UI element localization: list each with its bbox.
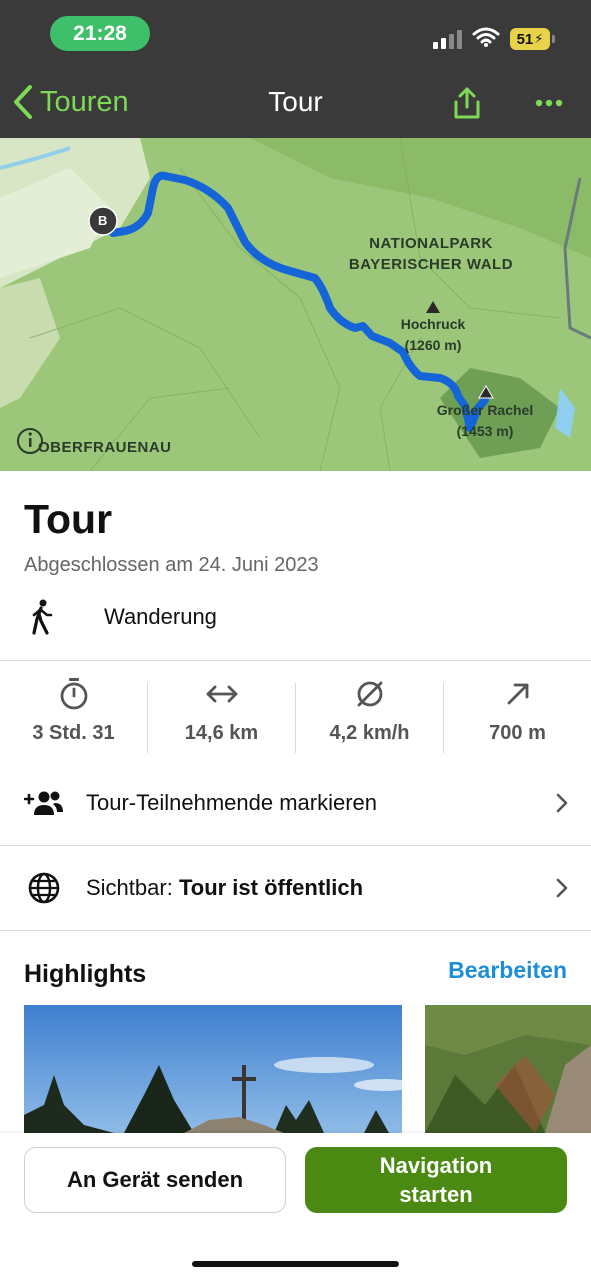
highlight-photo[interactable] (425, 1005, 591, 1133)
peak-elevation-rachel: (1453 m) (456, 423, 514, 439)
wifi-icon (472, 27, 500, 47)
visibility-prefix: Sichtbar: (86, 875, 173, 900)
visibility-text: Sichtbar: Tour ist öffentlich (86, 875, 363, 901)
stat-distance: 14,6 km (148, 676, 295, 745)
battery-indicator: 51 ⚡ (510, 28, 555, 50)
stat-speed: 4,2 km/h (296, 676, 443, 745)
chevron-right-icon (556, 878, 568, 898)
tour-title: Tour (24, 496, 113, 542)
trail-photo-image (425, 1005, 591, 1133)
add-people-icon (24, 791, 63, 815)
more-options-icon[interactable] (535, 96, 563, 110)
battery-level: 51 (516, 30, 534, 48)
edit-highlights-link[interactable]: Bearbeiten (448, 957, 567, 984)
elevation-up-icon (507, 683, 528, 705)
activity-type: Wanderung (104, 604, 217, 629)
send-to-device-button[interactable]: An Gerät senden (24, 1147, 286, 1213)
stat-elevation-value: 700 m (489, 722, 546, 744)
divider (0, 930, 591, 931)
charging-bolt-icon: ⚡ (534, 31, 544, 46)
peak-name-rachel: Großer Rachel (436, 402, 534, 418)
peak-label-hochruck: Hochruck (1260 m) (373, 314, 493, 356)
highlight-photo[interactable] (24, 1005, 402, 1133)
hiking-icon (32, 599, 53, 635)
stat-elevation: 700 m (444, 676, 591, 745)
stat-distance-value: 14,6 km (184, 722, 259, 744)
home-indicator (192, 1261, 399, 1267)
stopwatch-icon (60, 678, 87, 710)
cellular-signal-icon (433, 30, 462, 49)
status-time: 21:28 (50, 16, 150, 51)
visibility-value: Tour ist öffentlich (178, 875, 364, 900)
stat-speed-value: 4,2 km/h (329, 722, 410, 744)
chevron-right-icon (556, 793, 568, 813)
peak-name-hochruck: Hochruck (400, 316, 466, 332)
stat-duration-value: 3 Std. 31 (32, 722, 115, 744)
tag-participants-row[interactable]: Tour-Teilnehmende markieren (0, 761, 591, 845)
start-navigation-button[interactable]: Navigation starten (305, 1147, 567, 1213)
peak-label-rachel: Großer Rachel (1453 m) (418, 400, 552, 442)
page-title: Tour (268, 86, 323, 117)
visibility-row[interactable]: Sichtbar: Tour ist öffentlich (0, 846, 591, 930)
completed-date: Abgeschlossen am 24. Juni 2023 (24, 554, 319, 576)
distance-arrows-icon (206, 685, 237, 703)
map-marker-label: B (98, 213, 108, 228)
divider (0, 660, 591, 661)
national-park-label: NATIONALPARK BAYERISCHER WALD (326, 233, 536, 275)
town-label: OBERFRAUENAU (38, 439, 172, 456)
peak-elevation-hochruck: (1260 m) (404, 337, 462, 353)
globe-icon (28, 872, 60, 904)
summit-photo-image (24, 1005, 402, 1133)
national-park-label-line2: BAYERISCHER WALD (348, 256, 514, 273)
highlights-heading: Highlights (24, 960, 147, 988)
route-map[interactable]: B NATIONALPARK BAYERISCHER WALD Hochruck… (0, 138, 591, 471)
average-speed-icon (357, 681, 382, 707)
stat-duration: 3 Std. 31 (0, 676, 147, 745)
tag-participants-label: Tour-Teilnehmende markieren (86, 790, 378, 815)
national-park-label-line1: NATIONALPARK (369, 235, 493, 252)
share-icon[interactable] (452, 86, 482, 120)
